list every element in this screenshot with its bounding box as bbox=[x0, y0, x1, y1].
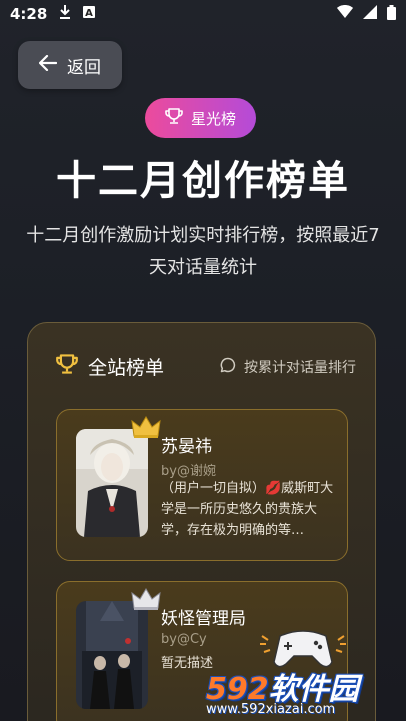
ranking-header: 全站榜单 按累计对话量排行 bbox=[56, 353, 356, 380]
ranking-card[interactable]: 苏晏祎 by@谢婉 （用户一切自拟）💋威斯町大学是一所历史悠久的贵族大学，存在极… bbox=[56, 409, 348, 561]
battery-icon bbox=[387, 4, 396, 24]
page-subtitle: 十二月创作激励计划实时排行榜，按照最近7天对话量统计 bbox=[26, 225, 380, 278]
character-name: 妖怪管理局 bbox=[161, 609, 246, 629]
svg-text:A: A bbox=[85, 8, 93, 18]
trophy-icon bbox=[165, 107, 183, 129]
a-notification-icon: A bbox=[83, 6, 96, 22]
watermark: 592软件园 www.592xiazai.com bbox=[200, 664, 406, 721]
trophy-icon bbox=[56, 353, 78, 380]
wifi-icon bbox=[337, 5, 353, 23]
avatar bbox=[76, 429, 148, 537]
sort-option[interactable]: 按累计对话量排行 bbox=[220, 357, 356, 377]
gold-crown-icon bbox=[131, 416, 161, 444]
back-label: 返回 bbox=[67, 57, 101, 78]
signal-icon bbox=[363, 5, 377, 23]
ranking-title: 全站榜单 bbox=[88, 357, 165, 379]
watermark-url: www.592xiazai.com bbox=[206, 702, 336, 717]
avatar bbox=[76, 601, 148, 709]
chat-bubble-icon bbox=[220, 357, 236, 377]
status-time: 4:28 bbox=[10, 5, 48, 23]
page-title: 十二月创作榜单 bbox=[56, 158, 350, 204]
sort-label: 按累计对话量排行 bbox=[244, 359, 356, 376]
arrow-left-icon bbox=[38, 54, 58, 76]
character-name: 苏晏祎 bbox=[161, 437, 212, 457]
badge-label: 星光榜 bbox=[190, 109, 236, 128]
character-description: （用户一切自拟）💋威斯町大学是一所历史悠久的贵族大学，存在极为明确的等… bbox=[161, 481, 334, 538]
character-author: by@谢婉 bbox=[161, 464, 216, 479]
silver-crown-icon bbox=[131, 588, 161, 616]
download-icon bbox=[59, 5, 71, 23]
starlight-badge: 星光榜 bbox=[145, 98, 256, 138]
status-bar: 4:28 A bbox=[0, 0, 406, 28]
character-author: by@Cy bbox=[161, 632, 207, 647]
back-button[interactable]: 返回 bbox=[18, 41, 122, 89]
